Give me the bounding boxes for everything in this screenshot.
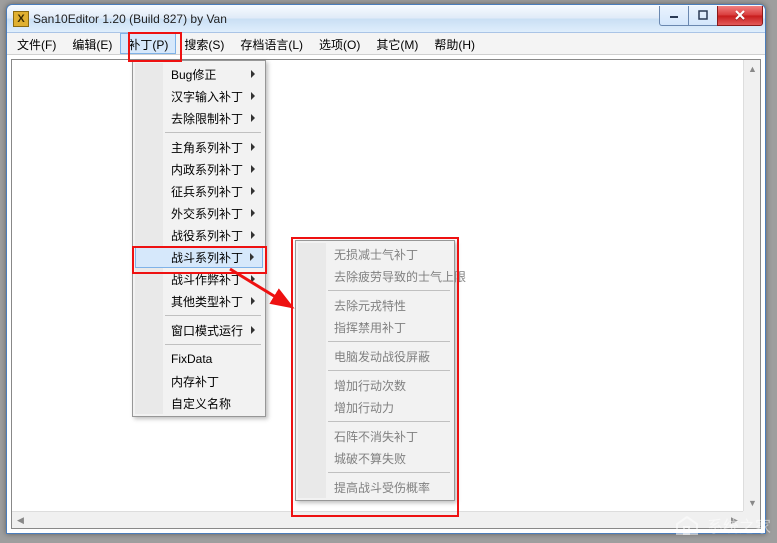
dropdown-item[interactable]: 窗口模式运行 xyxy=(163,319,263,341)
titlebar[interactable]: X San10Editor 1.20 (Build 827) by Van xyxy=(7,5,765,33)
menu-edit[interactable]: 编辑(E) xyxy=(64,33,120,54)
maximize-icon xyxy=(698,10,708,20)
chevron-right-icon xyxy=(251,165,255,173)
dropdown-item-label: 窗口模式运行 xyxy=(171,322,243,339)
menu-separator xyxy=(165,344,261,345)
dropdown-item-label: 内政系列补丁 xyxy=(171,161,243,178)
dropdown-item[interactable]: 汉字输入补丁 xyxy=(163,85,263,107)
dropdown-item[interactable]: 自定义名称 xyxy=(163,392,263,414)
submenu-item[interactable]: 提高战斗受伤概率 xyxy=(326,476,452,498)
dropdown-item-label: Bug修正 xyxy=(171,66,216,83)
menu-options[interactable]: 选项(O) xyxy=(311,33,368,54)
scroll-down-icon: ▼ xyxy=(744,494,761,511)
submenu-item-label: 提高战斗受伤概率 xyxy=(334,479,430,496)
dropdown-item-label: 自定义名称 xyxy=(171,395,231,412)
chevron-right-icon xyxy=(251,275,255,283)
submenu-item[interactable]: 去除元戎特性 xyxy=(326,294,452,316)
dropdown-item[interactable]: 征兵系列补丁 xyxy=(163,180,263,202)
dropdown-item-label: 内存补丁 xyxy=(171,373,219,390)
dropdown-item-label: 战斗系列补丁 xyxy=(171,249,243,266)
dropdown-item[interactable]: FixData xyxy=(163,348,263,370)
dropdown-item-label: 征兵系列补丁 xyxy=(171,183,243,200)
dropdown-item-label: 主角系列补丁 xyxy=(171,139,243,156)
menu-patch[interactable]: 补丁(P) xyxy=(120,33,176,54)
submenu-item[interactable]: 石阵不消失补丁 xyxy=(326,425,452,447)
menu-file[interactable]: 文件(F) xyxy=(9,33,64,54)
dropdown-item[interactable]: 内存补丁 xyxy=(163,370,263,392)
submenu-item-label: 城破不算失败 xyxy=(334,450,406,467)
dropdown-item[interactable]: 去除限制补丁 xyxy=(163,107,263,129)
submenu-item[interactable]: 增加行动力 xyxy=(326,396,452,418)
menu-separator xyxy=(328,341,450,342)
scroll-up-icon: ▲ xyxy=(744,60,761,77)
menu-help[interactable]: 帮助(H) xyxy=(426,33,483,54)
dropdown-item-label: 战斗作弊补丁 xyxy=(171,271,243,288)
dropdown-item[interactable]: 战役系列补丁 xyxy=(163,224,263,246)
menu-separator xyxy=(328,421,450,422)
minimize-icon xyxy=(669,10,679,20)
submenu-item-label: 去除疲劳导致的士气上限 xyxy=(334,268,466,285)
submenu-item[interactable]: 电脑发动战役屏蔽 xyxy=(326,345,452,367)
submenu-item[interactable]: 城破不算失败 xyxy=(326,447,452,469)
chevron-right-icon xyxy=(251,114,255,122)
submenu-item[interactable]: 增加行动次数 xyxy=(326,374,452,396)
menu-search[interactable]: 搜索(S) xyxy=(176,33,232,54)
dropdown-item-label: 外交系列补丁 xyxy=(171,205,243,222)
battle-submenu: 无损减士气补丁去除疲劳导致的士气上限去除元戎特性指挥禁用补丁电脑发动战役屏蔽增加… xyxy=(295,240,455,501)
chevron-right-icon xyxy=(251,297,255,305)
dropdown-item-label: 战役系列补丁 xyxy=(171,227,243,244)
submenu-item-label: 石阵不消失补丁 xyxy=(334,428,418,445)
submenu-item-label: 指挥禁用补丁 xyxy=(334,319,406,336)
dropdown-item-label: 去除限制补丁 xyxy=(171,110,243,127)
dropdown-item[interactable]: 战斗系列补丁 xyxy=(135,246,263,268)
patch-dropdown: Bug修正汉字输入补丁去除限制补丁主角系列补丁内政系列补丁征兵系列补丁外交系列补… xyxy=(132,60,266,417)
menu-separator xyxy=(328,290,450,291)
close-icon xyxy=(734,10,746,20)
dropdown-item[interactable]: Bug修正 xyxy=(163,63,263,85)
dropdown-item[interactable]: 主角系列补丁 xyxy=(163,136,263,158)
scroll-left-icon: ◀ xyxy=(12,512,29,529)
scrollbar-vertical[interactable]: ▲ ▼ xyxy=(743,60,760,511)
dropdown-item[interactable]: 外交系列补丁 xyxy=(163,202,263,224)
maximize-button[interactable] xyxy=(688,6,718,26)
chevron-right-icon xyxy=(251,231,255,239)
dropdown-item[interactable]: 内政系列补丁 xyxy=(163,158,263,180)
submenu-item[interactable]: 无损减士气补丁 xyxy=(326,243,452,265)
chevron-right-icon xyxy=(251,187,255,195)
dropdown-item[interactable]: 战斗作弊补丁 xyxy=(163,268,263,290)
submenu-item-label: 去除元戎特性 xyxy=(334,297,406,314)
menubar: 文件(F) 编辑(E) 补丁(P) 搜索(S) 存档语言(L) 选项(O) 其它… xyxy=(7,33,765,55)
dropdown-item-label: 汉字输入补丁 xyxy=(171,88,243,105)
scrollbar-horizontal[interactable]: ◀ ▶ xyxy=(12,511,743,528)
submenu-item-label: 电脑发动战役屏蔽 xyxy=(334,348,430,365)
scroll-corner xyxy=(743,511,760,528)
window-title: San10Editor 1.20 (Build 827) by Van xyxy=(33,12,227,26)
menu-separator xyxy=(328,370,450,371)
chevron-right-icon xyxy=(251,92,255,100)
window-controls xyxy=(660,6,763,26)
close-button[interactable] xyxy=(717,6,763,26)
chevron-right-icon xyxy=(251,70,255,78)
submenu-item-label: 无损减士气补丁 xyxy=(334,246,418,263)
chevron-right-icon xyxy=(251,209,255,217)
app-icon: X xyxy=(13,11,29,27)
chevron-right-icon xyxy=(251,143,255,151)
app-window: X San10Editor 1.20 (Build 827) by Van 文件… xyxy=(6,4,766,534)
minimize-button[interactable] xyxy=(659,6,689,26)
scroll-right-icon: ▶ xyxy=(726,512,743,529)
chevron-right-icon xyxy=(250,253,254,261)
submenu-item[interactable]: 指挥禁用补丁 xyxy=(326,316,452,338)
dropdown-item-label: FixData xyxy=(171,352,212,366)
menu-other[interactable]: 其它(M) xyxy=(368,33,426,54)
dropdown-item[interactable]: 其他类型补丁 xyxy=(163,290,263,312)
submenu-item-label: 增加行动次数 xyxy=(334,377,406,394)
menu-separator xyxy=(165,315,261,316)
menu-separator xyxy=(328,472,450,473)
submenu-item-label: 增加行动力 xyxy=(334,399,394,416)
menu-separator xyxy=(165,132,261,133)
chevron-right-icon xyxy=(251,326,255,334)
dropdown-item-label: 其他类型补丁 xyxy=(171,293,243,310)
menu-savelang[interactable]: 存档语言(L) xyxy=(232,33,311,54)
submenu-item[interactable]: 去除疲劳导致的士气上限 xyxy=(326,265,452,287)
